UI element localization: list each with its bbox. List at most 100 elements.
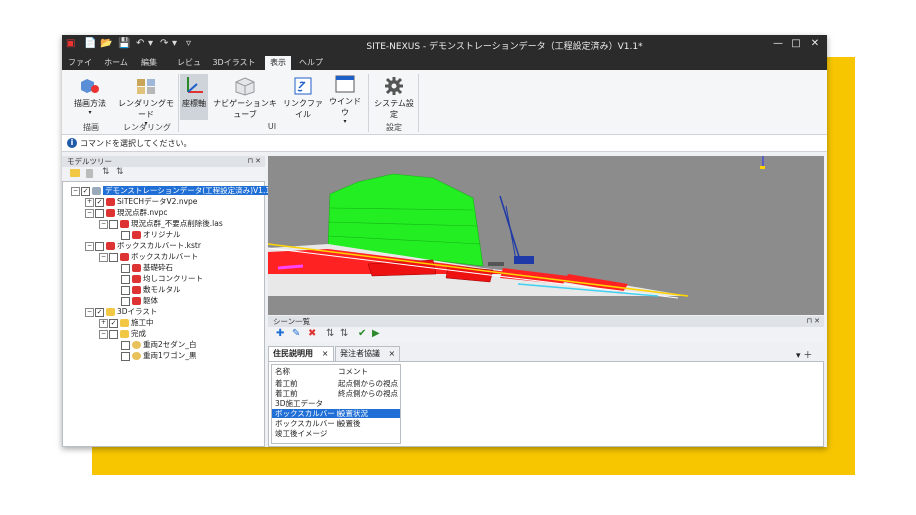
tab-help[interactable]: ヘルプ <box>298 56 324 70</box>
close-button[interactable]: ✕ <box>807 38 823 49</box>
tree-node[interactable]: − ✓ 3Dイラスト <box>85 307 157 317</box>
tab-view[interactable]: 表示 <box>265 56 291 70</box>
table-row[interactable]: 竣工後イメージ <box>272 429 400 438</box>
model-tree-title: モデルツリー <box>67 157 112 166</box>
gear-icon <box>385 77 403 95</box>
tree-node[interactable]: 基礎砕石 <box>121 263 173 273</box>
move-down-icon[interactable]: ⇅ <box>340 328 348 339</box>
tree-node-label: ボックスカルバート <box>131 252 199 261</box>
tree-node[interactable]: 重両2セダン_白 <box>121 340 197 350</box>
table-row-selected[interactable]: ボックスカルバート 設置状況 <box>272 409 400 418</box>
redo-icon[interactable]: ↷ <box>160 38 168 49</box>
close-icon[interactable]: × <box>389 349 396 358</box>
tree-node-label: SiTECHデータV2.nvpe <box>117 197 198 206</box>
draw-method-button[interactable]: 描画方法 ▾ <box>68 76 112 116</box>
tree-node[interactable]: 重両1ワゴン_黒 <box>121 351 197 361</box>
tab-client-consultation[interactable]: 発注者協議 × <box>335 346 401 362</box>
window-button[interactable]: ウインドウ ▾ <box>328 74 362 125</box>
title-bar: ▣ 📄 📂 💾 ↶ ▾ ↷ ▾ ▿ SITE-NEXUS - デモンストレーショ… <box>62 35 827 55</box>
table-row[interactable]: 着工前 起点側からの視点 <box>272 379 400 388</box>
sort-down-icon[interactable]: ⇅ <box>116 167 124 177</box>
system-settings-label: システム設定 <box>374 99 414 119</box>
cube-icon <box>106 198 115 206</box>
scene-list-toolbar: ✚ ✎ ✖ ⇅ ⇅ ✔ ▶ <box>268 327 824 343</box>
tab-file[interactable]: ファイル <box>65 56 95 81</box>
3d-scene <box>268 156 765 299</box>
add-scene-icon[interactable]: ✚ <box>276 328 284 339</box>
tree-node[interactable]: − 完成 <box>99 329 146 339</box>
table-row[interactable]: ボックスカルバート 設置後 <box>272 419 400 428</box>
tree-node-label: 完成 <box>131 329 146 338</box>
tree-node[interactable]: − 現況点群_不要点削除後.las <box>99 219 223 229</box>
check-icon[interactable]: ✔ <box>358 328 366 339</box>
draw-method-label: 描画方法 <box>74 99 106 108</box>
system-settings-button[interactable]: システム設定 <box>372 76 416 120</box>
tree-node-label: 基礎砕石 <box>143 263 173 272</box>
maximize-button[interactable]: □ <box>788 38 804 49</box>
link-file-button[interactable]: リンクファイル <box>282 76 324 120</box>
tree-node-label: 重両2セダン_白 <box>143 340 197 349</box>
tree-node[interactable]: − 現況点群.nvpc <box>85 208 167 218</box>
scene-table-area: 名称 コメント 着工前 起点側からの視点 着工前 終点側からの視点 3D施工データ … <box>268 361 824 447</box>
minimize-button[interactable]: — <box>770 38 786 49</box>
tree-node-label: 重両1ワゴン_黒 <box>143 351 197 360</box>
delete-icon[interactable] <box>86 169 93 178</box>
link-icon <box>294 77 312 95</box>
tree-node[interactable]: + ✓ SiTECHデータV2.nvpe <box>85 197 197 207</box>
move-up-icon[interactable]: ⇅ <box>326 328 334 339</box>
nav-cube-icon <box>235 77 255 96</box>
sort-up-icon[interactable]: ⇅ <box>102 167 110 177</box>
tab-edit[interactable]: 編集 <box>138 56 160 70</box>
save-icon[interactable]: 💾 <box>118 38 130 49</box>
open-folder-icon[interactable]: 📂 <box>100 38 112 49</box>
tree-node[interactable]: オリジナル <box>121 230 181 240</box>
rendering-mode-icon <box>137 79 155 94</box>
ribbon-separator <box>368 74 369 132</box>
table-row[interactable]: 着工前 終点側からの視点 <box>272 389 400 398</box>
customize-toolbar-icon[interactable]: ▿ <box>186 38 191 49</box>
tree-node[interactable]: 均しコンクリート <box>121 274 203 284</box>
rendering-mode-button[interactable]: レンダリングモード ▾ <box>116 76 176 127</box>
column-header-name: 名称 <box>275 367 290 376</box>
tab-review[interactable]: レビュー <box>174 56 204 81</box>
cube-icon <box>106 209 115 217</box>
close-icon[interactable]: × <box>322 349 329 358</box>
group-label-draw: 描画 <box>83 123 99 132</box>
panel-pin-close-icon[interactable]: ⊓ ✕ <box>247 156 261 167</box>
scene-table: 名称 コメント 着工前 起点側からの視点 着工前 終点側からの視点 3D施工データ … <box>271 364 401 444</box>
undo-icon[interactable]: ↶ <box>136 38 144 49</box>
delete-scene-icon[interactable]: ✖ <box>308 328 316 339</box>
panel-pin-close-icon[interactable]: ⊓ ✕ <box>806 316 820 327</box>
redo-dropdown-icon[interactable]: ▾ <box>172 38 177 49</box>
axes-icon <box>187 77 203 93</box>
tab-3d-illust[interactable]: 3Dイラスト <box>212 56 256 70</box>
table-row[interactable]: 3D施工データ <box>272 399 400 408</box>
tab-label: 住民説明用 <box>273 349 313 358</box>
group-label-ui: UI <box>267 122 277 131</box>
add-folder-icon[interactable] <box>70 169 80 177</box>
undo-dropdown-icon[interactable]: ▾ <box>148 38 153 49</box>
nav-cube-label: ナビゲーションキューブ <box>213 99 277 119</box>
tree-node-label: 3Dイラスト <box>117 307 158 316</box>
folder-icon <box>106 308 115 316</box>
axes-button[interactable]: 座標軸 <box>180 74 208 120</box>
edit-scene-icon[interactable]: ✎ <box>292 328 300 339</box>
3d-viewport[interactable] <box>268 156 824 315</box>
tree-node-root[interactable]: − ✓ デモンストレーションデータ(工程設定済み)V1.1 <box>71 186 273 196</box>
play-icon[interactable]: ▶ <box>372 328 380 339</box>
cube-icon <box>132 231 141 239</box>
tree-node[interactable]: 躯体 <box>121 296 158 306</box>
tab-home[interactable]: ホーム <box>102 56 130 70</box>
tab-resident-briefing[interactable]: 住民説明用 × <box>268 346 334 362</box>
car-icon <box>132 341 141 349</box>
tree-node[interactable]: 敷モルタル <box>121 285 181 295</box>
nav-cube-button[interactable]: ナビゲーションキューブ <box>212 76 278 120</box>
ribbon-separator <box>418 74 419 132</box>
scene-tab-controls[interactable]: ▾ ＋ <box>796 348 812 361</box>
group-label-rendering: レンダリング <box>123 123 171 132</box>
new-file-icon[interactable]: 📄 <box>84 38 96 49</box>
tree-node[interactable]: − ボックスカルバート.kstr <box>85 241 201 251</box>
tree-node[interactable]: − ボックスカルバート <box>99 252 198 262</box>
model-tree-toolbar: ⇅ ⇅ <box>62 167 265 181</box>
tree-node[interactable]: + ✓ 施工中 <box>99 318 154 328</box>
